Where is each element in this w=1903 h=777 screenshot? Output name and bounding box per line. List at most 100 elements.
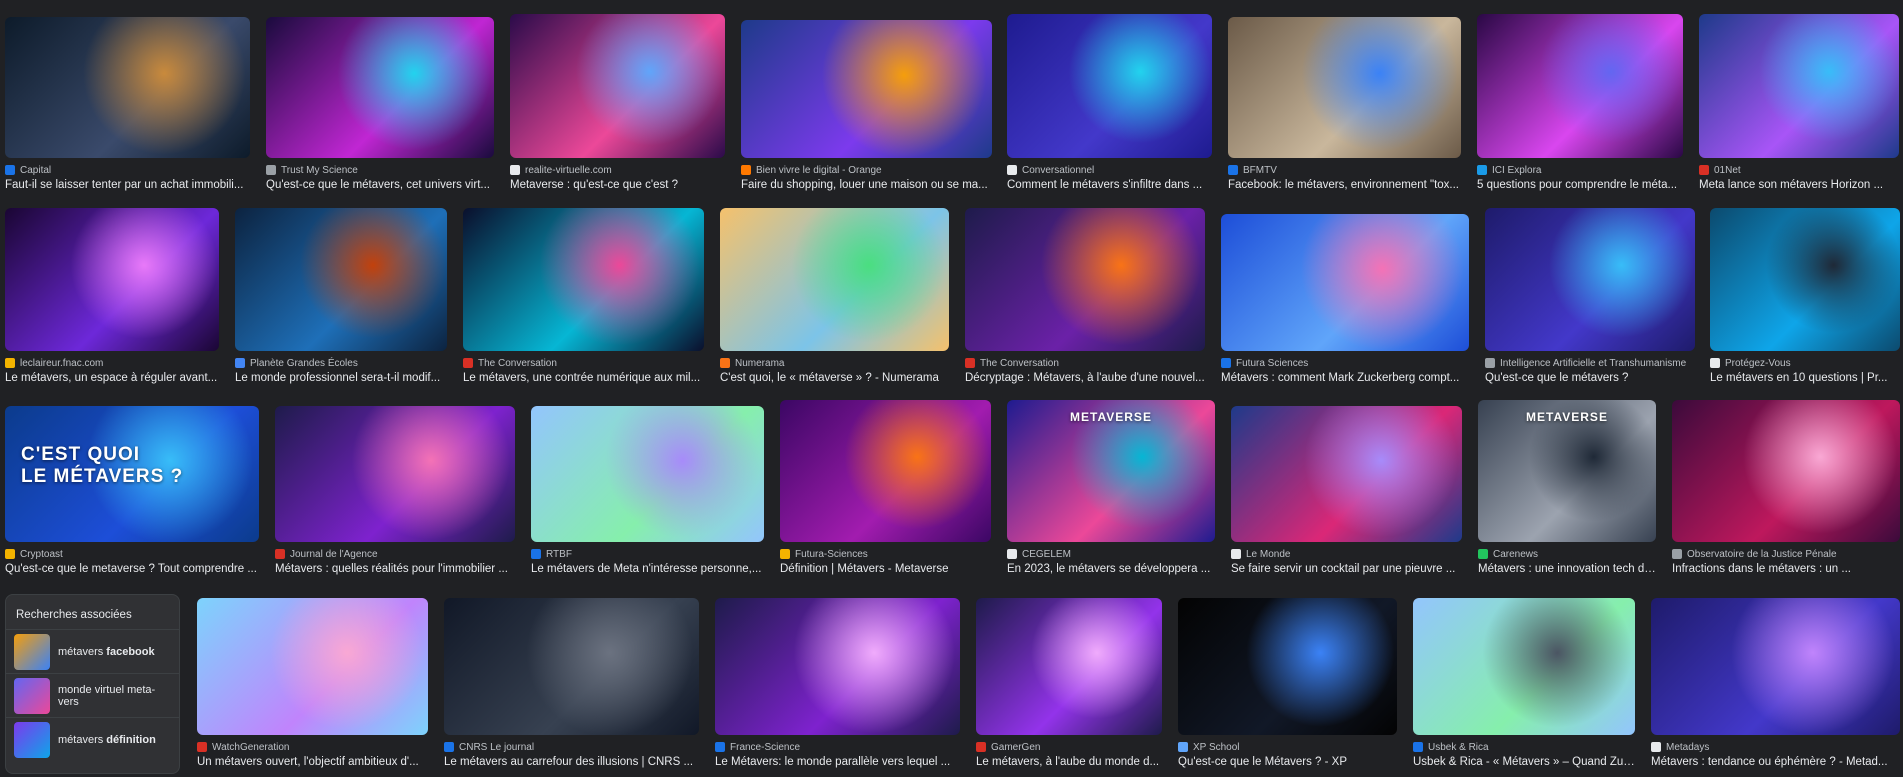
result-thumbnail[interactable] (1178, 598, 1397, 735)
result-title[interactable]: Facebook: le métavers, environnement "to… (1228, 179, 1461, 191)
result-thumbnail[interactable] (1007, 14, 1212, 158)
result-title[interactable]: Un métavers ouvert, l'objectif ambitieux… (197, 756, 428, 768)
result-thumbnail[interactable] (5, 208, 219, 351)
result-title[interactable]: Faire du shopping, louer une maison ou s… (741, 179, 992, 191)
image-result[interactable]: Futura-Sciences Définition | Métavers - M… (780, 400, 991, 575)
image-result[interactable]: Protégez-Vous Le métavers en 10 questions… (1710, 208, 1900, 384)
result-title[interactable]: Qu'est-ce que le Métavers ? - XP (1178, 756, 1397, 768)
result-source[interactable]: Carenews (1478, 548, 1656, 560)
result-title[interactable]: Comment le métavers s'infiltre dans ... (1007, 179, 1212, 191)
result-thumbnail[interactable] (444, 598, 699, 735)
result-title[interactable]: En 2023, le métavers se développera ... (1007, 563, 1215, 575)
result-source[interactable]: France-Science (715, 741, 960, 753)
image-result[interactable]: realite-virtuelle.com Metaverse : qu'est-… (510, 14, 725, 191)
result-thumbnail[interactable] (197, 598, 428, 735)
result-source[interactable]: CNRS Le journal (444, 741, 699, 753)
result-title[interactable]: Qu'est-ce que le métavers ? (1485, 372, 1695, 384)
image-result[interactable]: Intelligence Artificielle et Transhumani… (1485, 208, 1695, 384)
result-thumbnail[interactable] (1413, 598, 1635, 735)
image-result[interactable]: The Conversation Décryptage : Métavers, à… (965, 208, 1205, 384)
result-source[interactable]: GamerGen (976, 741, 1162, 753)
result-thumbnail[interactable] (1672, 400, 1900, 542)
result-source[interactable]: Intelligence Artificielle et Transhumani… (1485, 357, 1695, 369)
result-thumbnail[interactable] (275, 406, 515, 542)
image-result[interactable]: Capital Faut-il se laisser tenter par un … (5, 17, 250, 191)
result-thumbnail[interactable] (1710, 208, 1900, 351)
result-title[interactable]: Se faire servir un cocktail par une pieu… (1231, 563, 1462, 575)
result-source[interactable]: WatchGeneration (197, 741, 428, 753)
result-thumbnail[interactable] (266, 17, 494, 158)
result-thumbnail[interactable] (780, 400, 991, 542)
image-result[interactable]: METAVERSE CEGELEM En 2023, le métavers se … (1007, 400, 1215, 575)
result-title[interactable]: Décryptage : Métavers, à l'aube d'une no… (965, 372, 1205, 384)
result-title[interactable]: Métavers : tendance ou éphémère ? - Meta… (1651, 756, 1900, 768)
result-source[interactable]: realite-virtuelle.com (510, 164, 725, 176)
result-title[interactable]: C'est quoi, le « métaverse » ? - Numeram… (720, 372, 949, 384)
result-source[interactable]: Futura-Sciences (780, 548, 991, 560)
result-title[interactable]: Qu'est-ce que le métavers, cet univers v… (266, 179, 494, 191)
result-thumbnail[interactable] (741, 20, 992, 158)
image-result[interactable]: Metadays Métavers : tendance ou éphémère … (1651, 598, 1900, 768)
related-search-item[interactable]: monde virtuel meta- vers (6, 673, 179, 717)
result-thumbnail[interactable] (1651, 598, 1900, 735)
result-source[interactable]: Observatoire de la Justice Pénale (1672, 548, 1900, 560)
result-source[interactable]: Futura Sciences (1221, 357, 1469, 369)
result-title[interactable]: Le métavers, une contrée numérique aux m… (463, 372, 704, 384)
image-result[interactable]: Observatoire de la Justice Pénale Infract… (1672, 400, 1900, 575)
image-result[interactable]: Journal de l'Agence Métavers : quelles ré… (275, 406, 515, 575)
image-result[interactable]: RTBF Le métavers de Meta n'intéresse pers… (531, 406, 764, 575)
image-result[interactable]: C'EST QUOI LE MÉTAVERS ? Cryptoast Qu'est-… (5, 406, 259, 575)
result-thumbnail[interactable] (720, 208, 949, 351)
result-thumbnail[interactable] (1231, 406, 1462, 542)
result-source[interactable]: RTBF (531, 548, 764, 560)
result-source[interactable]: 01Net (1699, 164, 1899, 176)
result-thumbnail[interactable] (1228, 17, 1461, 158)
result-source[interactable]: Conversationnel (1007, 164, 1212, 176)
result-title[interactable]: Le métavers, un espace à réguler avant..… (5, 372, 219, 384)
result-title[interactable]: Le Métavers: le monde parallèle vers leq… (715, 756, 960, 768)
result-source[interactable]: Journal de l'Agence (275, 548, 515, 560)
result-thumbnail[interactable]: C'EST QUOI LE MÉTAVERS ? (5, 406, 259, 542)
result-thumbnail[interactable] (235, 208, 447, 351)
result-thumbnail[interactable]: METAVERSE (1007, 400, 1215, 542)
result-source[interactable]: BFMTV (1228, 164, 1461, 176)
result-source[interactable]: Bien vivre le digital - Orange (741, 164, 992, 176)
image-result[interactable]: Le Monde Se faire servir un cocktail par … (1231, 406, 1462, 575)
image-result[interactable]: Conversationnel Comment le métavers s'inf… (1007, 14, 1212, 191)
result-title[interactable]: Le métavers, à l'aube du monde d... (976, 756, 1162, 768)
result-thumbnail[interactable] (463, 208, 704, 351)
result-source[interactable]: Metadays (1651, 741, 1900, 753)
image-result[interactable]: Futura Sciences Métavers : comment Mark Z… (1221, 214, 1469, 384)
result-title[interactable]: Métavers : comment Mark Zuckerberg compt… (1221, 372, 1469, 384)
image-result[interactable]: BFMTV Facebook: le métavers, environnemen… (1228, 17, 1461, 191)
image-result[interactable]: CNRS Le journal Le métavers au carrefour … (444, 598, 699, 768)
result-source[interactable]: ICI Explora (1477, 164, 1683, 176)
image-result[interactable]: leclaireur.fnac.com Le métavers, un espac… (5, 208, 219, 384)
result-source[interactable]: Cryptoast (5, 548, 259, 560)
result-thumbnail[interactable] (1221, 214, 1469, 351)
result-source[interactable]: Trust My Science (266, 164, 494, 176)
image-result[interactable]: GamerGen Le métavers, à l'aube du monde d… (976, 598, 1162, 768)
result-title[interactable]: Metaverse : qu'est-ce que c'est ? (510, 179, 725, 191)
result-title[interactable]: Le métavers de Meta n'intéresse personne… (531, 563, 764, 575)
result-title[interactable]: Métavers : quelles réalités pour l'immob… (275, 563, 515, 575)
result-title[interactable]: Qu'est-ce que le metaverse ? Tout compre… (5, 563, 259, 575)
result-thumbnail[interactable] (976, 598, 1162, 735)
result-title[interactable]: Le métavers en 10 questions | Pr... (1710, 372, 1900, 384)
result-title[interactable]: Définition | Métavers - Metaverse (780, 563, 991, 575)
result-title[interactable]: Le monde professionnel sera-t-il modif..… (235, 372, 447, 384)
result-source[interactable]: XP School (1178, 741, 1397, 753)
result-thumbnail[interactable]: METAVERSE (1478, 400, 1656, 542)
result-source[interactable]: Planète Grandes Écoles (235, 357, 447, 369)
image-result[interactable]: The Conversation Le métavers, une contrée… (463, 208, 704, 384)
image-result[interactable]: France-Science Le Métavers: le monde para… (715, 598, 960, 768)
result-thumbnail[interactable] (1485, 208, 1695, 351)
result-source[interactable]: The Conversation (463, 357, 704, 369)
result-thumbnail[interactable] (510, 14, 725, 158)
result-source[interactable]: Protégez-Vous (1710, 357, 1900, 369)
result-thumbnail[interactable] (1699, 14, 1899, 158)
result-thumbnail[interactable] (5, 17, 250, 158)
image-result[interactable]: Planète Grandes Écoles Le monde professio… (235, 208, 447, 384)
result-title[interactable]: Infractions dans le métavers : un ... (1672, 563, 1900, 575)
image-result[interactable]: 01Net Meta lance son métavers Horizon ... (1699, 14, 1899, 191)
